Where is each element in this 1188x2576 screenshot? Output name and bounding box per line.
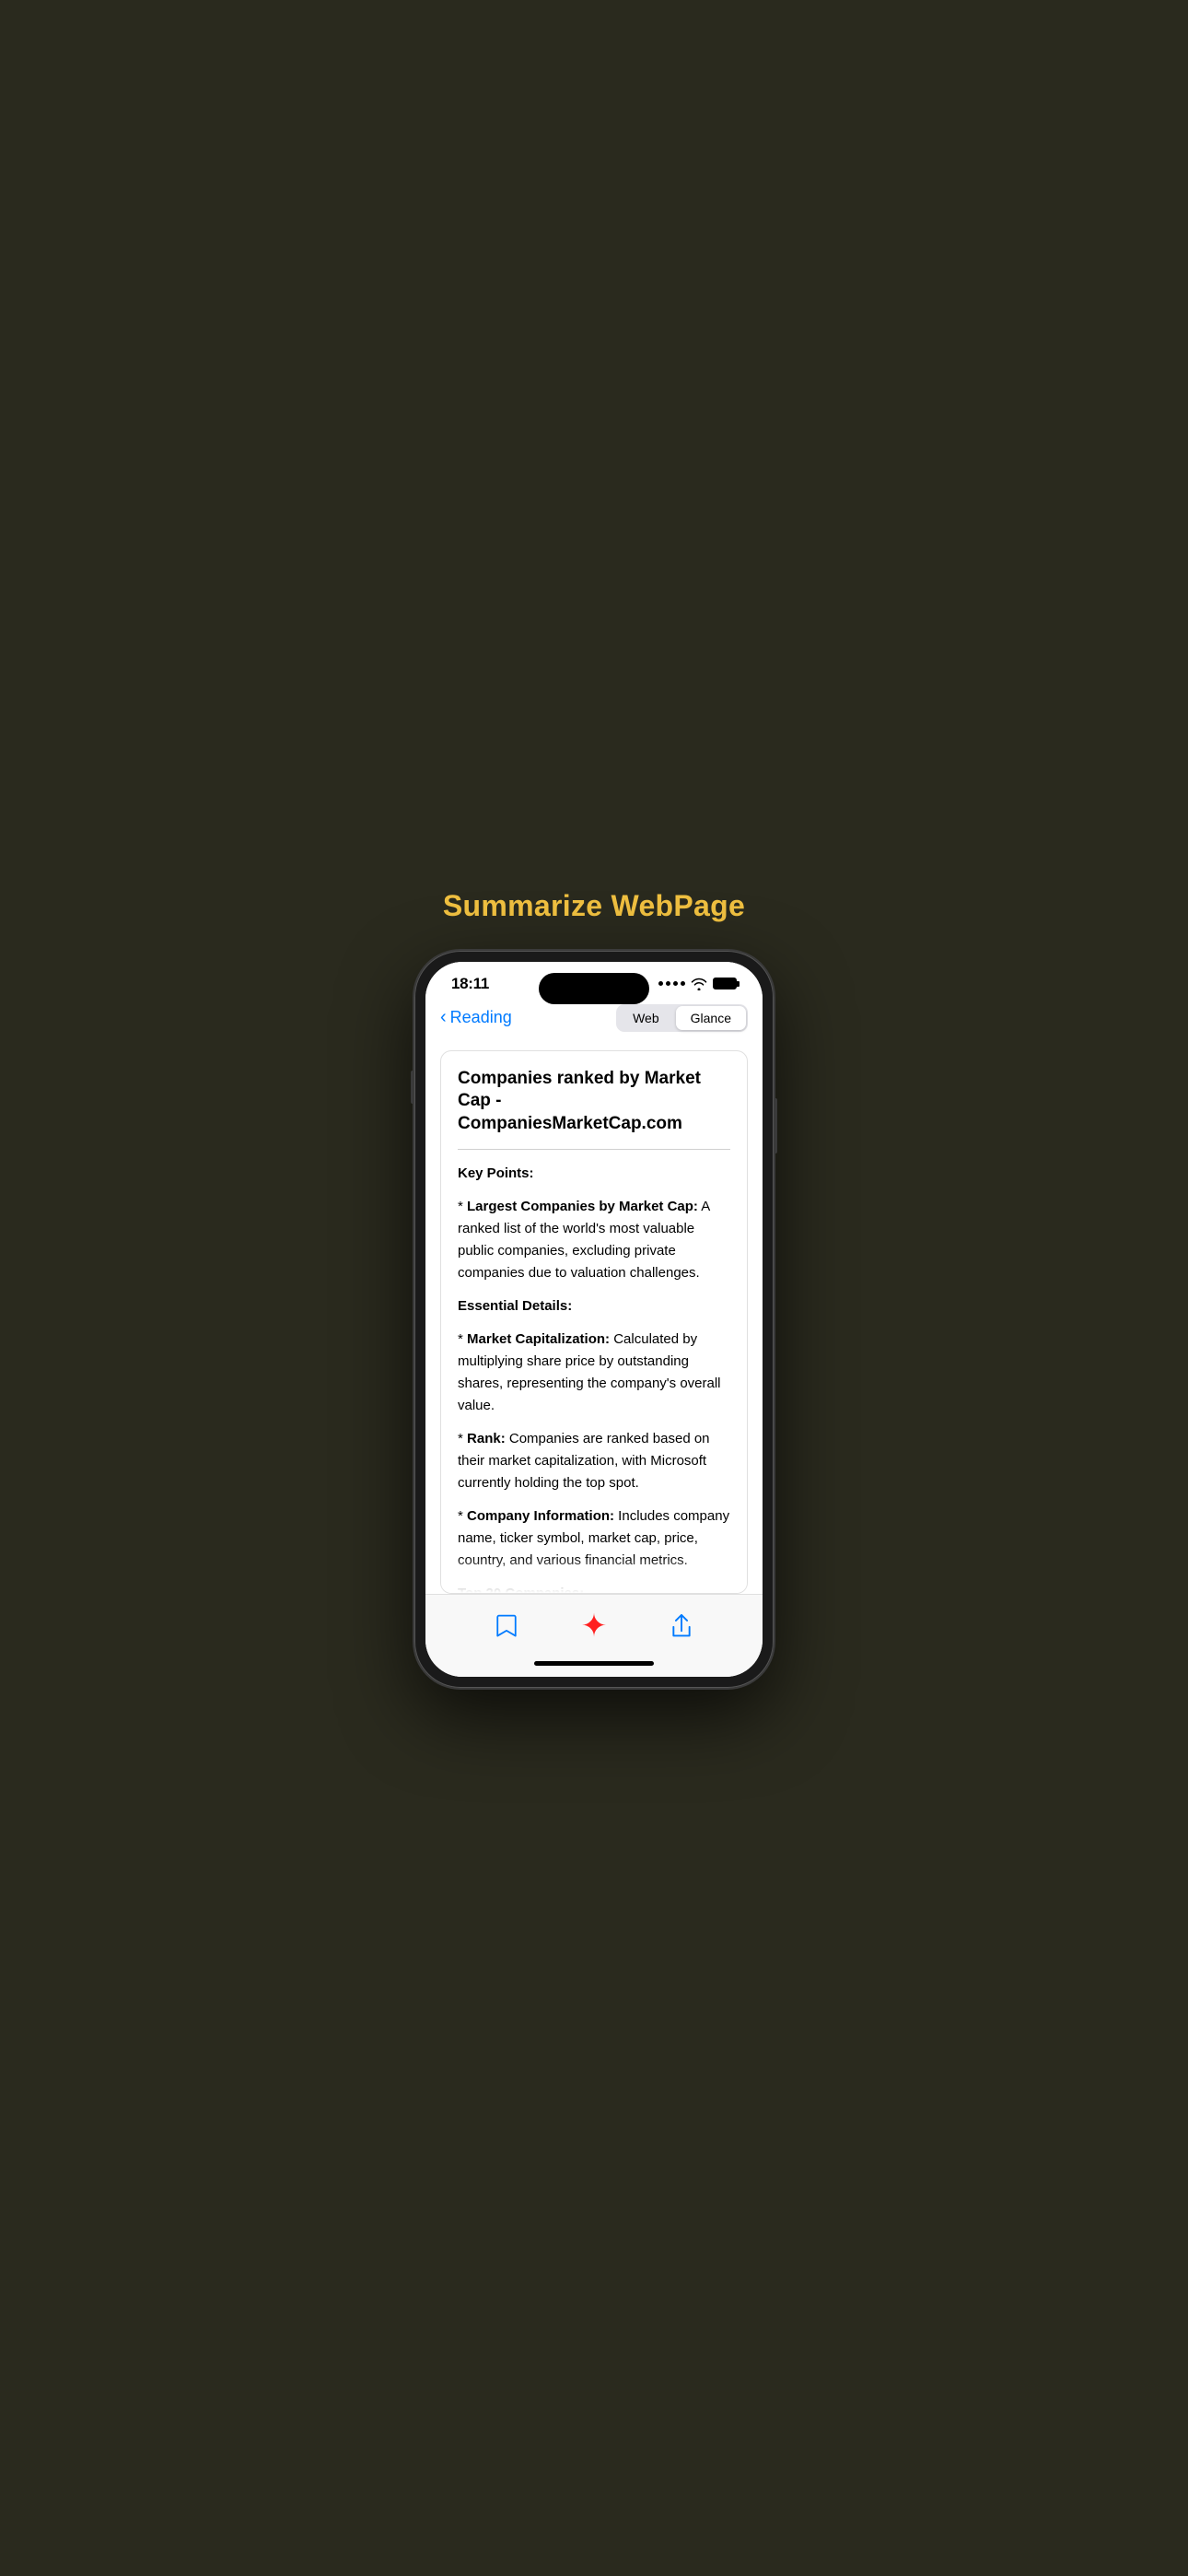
page-title: Summarize WebPage: [443, 889, 745, 923]
status-icons: [658, 978, 737, 990]
dynamic-island: [539, 973, 649, 1004]
segment-web[interactable]: Web: [618, 1006, 674, 1030]
essential-details-heading: Essential Details:: [458, 1295, 730, 1317]
bookmark-button[interactable]: [486, 1606, 527, 1646]
status-time: 18:11: [451, 975, 489, 993]
wifi-icon: [691, 978, 707, 990]
sparkle-icon: ✦: [581, 1610, 608, 1642]
largest-companies-text: * Largest Companies by Market Cap: A ran…: [458, 1196, 730, 1284]
signal-icon: [658, 981, 685, 986]
company-info-text: * Company Information: Includes company …: [458, 1505, 730, 1572]
card-divider: [458, 1149, 730, 1150]
rank-text: * Rank: Companies are ranked based on th…: [458, 1428, 730, 1494]
home-bar: [534, 1661, 654, 1666]
bottom-toolbar: ✦: [425, 1594, 763, 1654]
battery-icon: [713, 978, 737, 989]
back-button[interactable]: ‹ Reading: [440, 1007, 512, 1028]
sparkle-button[interactable]: ✦: [574, 1606, 614, 1646]
segment-glance[interactable]: Glance: [676, 1006, 746, 1030]
key-points-heading: Key Points:: [458, 1163, 730, 1185]
content-card: Companies ranked by Market Cap - Compani…: [440, 1050, 748, 1594]
share-button[interactable]: [661, 1606, 702, 1646]
page-wrapper: Summarize WebPage 18:11: [373, 889, 815, 1688]
home-indicator: [425, 1654, 763, 1677]
segment-control: Web Glance: [616, 1004, 748, 1032]
phone-device: 18:11: [414, 951, 774, 1688]
top20-heading: Top 20 Companies:: [458, 1583, 730, 1594]
nav-bar: ‹ Reading Web Glance: [425, 999, 763, 1041]
card-title: Companies ranked by Market Cap - Compani…: [458, 1068, 730, 1136]
market-cap-text: * Market Capitalization: Calculated by m…: [458, 1329, 730, 1417]
phone-screen: 18:11: [425, 962, 763, 1677]
chevron-left-icon: ‹: [440, 1007, 447, 1028]
back-label: Reading: [450, 1008, 512, 1027]
content-area: Companies ranked by Market Cap - Compani…: [425, 1041, 763, 1594]
status-bar: 18:11: [425, 962, 763, 999]
